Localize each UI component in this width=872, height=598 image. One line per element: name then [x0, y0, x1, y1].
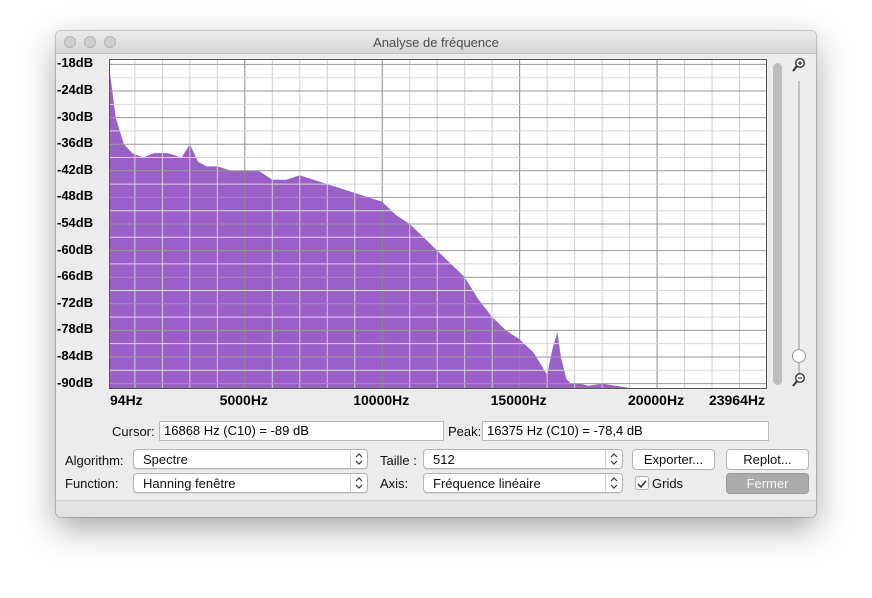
- checkmark-icon: [637, 480, 647, 489]
- peak-value-field[interactable]: 16375 Hz (C10) = -78,4 dB: [482, 421, 769, 441]
- window-title: Analyse de fréquence: [373, 35, 499, 50]
- x-tick-label: 15000Hz: [490, 392, 547, 408]
- algorithm-select[interactable]: Spectre: [133, 449, 368, 469]
- frequency-analysis-window: Analyse de fréquence -18dB -24dB -30dB -36d…: [56, 31, 816, 517]
- updown-arrows-icon: [605, 450, 622, 468]
- y-tick-label: -18dB: [57, 55, 94, 71]
- y-tick-label: -66dB: [57, 268, 94, 284]
- y-tick-label: -42dB: [57, 161, 94, 177]
- function-select[interactable]: Hanning fenêtre: [133, 473, 368, 493]
- grids-label: Grids: [652, 476, 684, 491]
- axis-value: Fréquence linéaire: [433, 476, 541, 491]
- y-tick-label: -90dB: [57, 374, 94, 390]
- y-tick-label: -36dB: [57, 135, 94, 151]
- y-tick-label: -78dB: [57, 321, 94, 337]
- taille-select[interactable]: 512: [423, 449, 623, 469]
- algorithm-value: Spectre: [143, 452, 188, 467]
- grids-checkbox[interactable]: [635, 476, 649, 490]
- updown-arrows-icon: [350, 474, 367, 492]
- algorithm-label: Algorithm:: [65, 453, 124, 468]
- cursor-value-field[interactable]: 16868 Hz (C10) = -89 dB: [159, 421, 444, 441]
- zoom-in-icon[interactable]: [791, 57, 807, 73]
- y-tick-label: -54dB: [57, 215, 94, 230]
- x-tick-label: 23964Hz: [708, 392, 765, 408]
- y-tick-label: -24dB: [57, 82, 94, 98]
- close-button[interactable]: Fermer: [726, 473, 809, 494]
- zoom-out-icon[interactable]: [791, 372, 807, 388]
- spectrum-plot[interactable]: [109, 59, 767, 389]
- updown-arrows-icon: [605, 474, 622, 492]
- zoom-slider-track[interactable]: [798, 81, 800, 379]
- taille-value: 512: [433, 452, 455, 467]
- vertical-scrollbar[interactable]: [773, 63, 782, 385]
- peak-label: Peak:: [448, 424, 482, 439]
- axis-label: Axis:: [380, 476, 409, 491]
- x-tick-label: 5000Hz: [219, 392, 268, 408]
- x-tick-label: 20000Hz: [628, 392, 685, 408]
- function-value: Hanning fenêtre: [143, 476, 236, 491]
- status-bar: [56, 500, 816, 517]
- y-tick-label: -84dB: [57, 347, 94, 363]
- y-tick-label: -30dB: [57, 108, 94, 124]
- x-tick-label: 10000Hz: [353, 392, 410, 408]
- zoom-slider-knob[interactable]: [792, 349, 806, 363]
- y-tick-label: -72dB: [57, 294, 94, 310]
- x-tick-label: 94Hz: [110, 392, 143, 408]
- updown-arrows-icon: [350, 450, 367, 468]
- function-label: Function:: [65, 476, 119, 491]
- cursor-label: Cursor:: [112, 424, 155, 439]
- y-tick-label: -48dB: [57, 188, 94, 204]
- export-button[interactable]: Exporter...: [632, 449, 715, 470]
- spectrum-area: [110, 73, 630, 388]
- replot-button[interactable]: Replot...: [726, 449, 809, 470]
- spectrum-chart: [110, 60, 766, 388]
- title-bar: Analyse de fréquence: [56, 31, 816, 54]
- taille-label: Taille :: [380, 453, 417, 468]
- axis-select[interactable]: Fréquence linéaire: [423, 473, 623, 493]
- y-tick-label: -60dB: [57, 241, 94, 257]
